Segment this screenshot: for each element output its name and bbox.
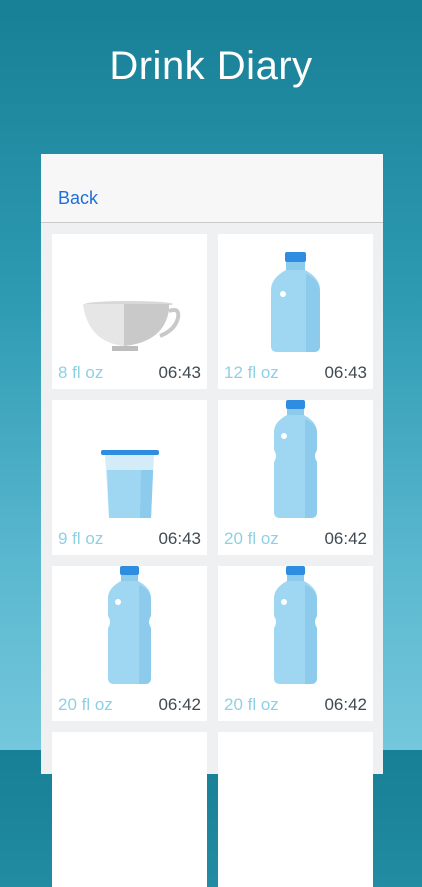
drink-amount: 8 fl oz [58, 363, 104, 382]
cup-icon [83, 301, 181, 351]
drink-entry-card[interactable]: 12 fl oz 06:43 [218, 234, 373, 389]
app-title: Drink Diary [109, 44, 313, 88]
drink-entry-card[interactable]: 20 fl oz 06:42 [218, 566, 373, 721]
drink-amount: 9 fl oz [58, 529, 104, 548]
drink-entry-card[interactable]: 20 fl oz 06:42 [52, 566, 207, 721]
drink-amount: 20 fl oz [224, 529, 279, 548]
drink-amount: 12 fl oz [224, 363, 279, 382]
drink-entry-card[interactable]: 20 fl oz 06:42 [218, 400, 373, 555]
drink-time: 06:42 [324, 695, 367, 714]
drink-time: 06:43 [324, 363, 367, 382]
drink-time: 06:43 [158, 363, 201, 382]
diary-panel: Back 8 fl oz 06:43 12 fl oz 06:43 9 fl o… [41, 154, 383, 887]
drink-entry-card[interactable] [52, 732, 207, 887]
drink-time: 06:42 [324, 529, 367, 548]
drink-entry-card[interactable] [218, 732, 373, 887]
large-bottle-icon [274, 566, 317, 684]
drink-entry-card[interactable]: 8 fl oz 06:43 [52, 234, 207, 389]
glass-icon [101, 450, 159, 518]
back-button[interactable]: Back [58, 188, 98, 209]
navigation-bar: Back [41, 154, 383, 223]
large-bottle-icon [108, 566, 151, 684]
drink-amount: 20 fl oz [224, 695, 279, 714]
large-bottle-icon [274, 400, 317, 518]
drink-time: 06:43 [158, 529, 201, 548]
drink-amount: 20 fl oz [58, 695, 113, 714]
drink-entry-card[interactable]: 9 fl oz 06:43 [52, 400, 207, 555]
drink-time: 06:42 [158, 695, 201, 714]
small-bottle-icon [271, 252, 320, 352]
